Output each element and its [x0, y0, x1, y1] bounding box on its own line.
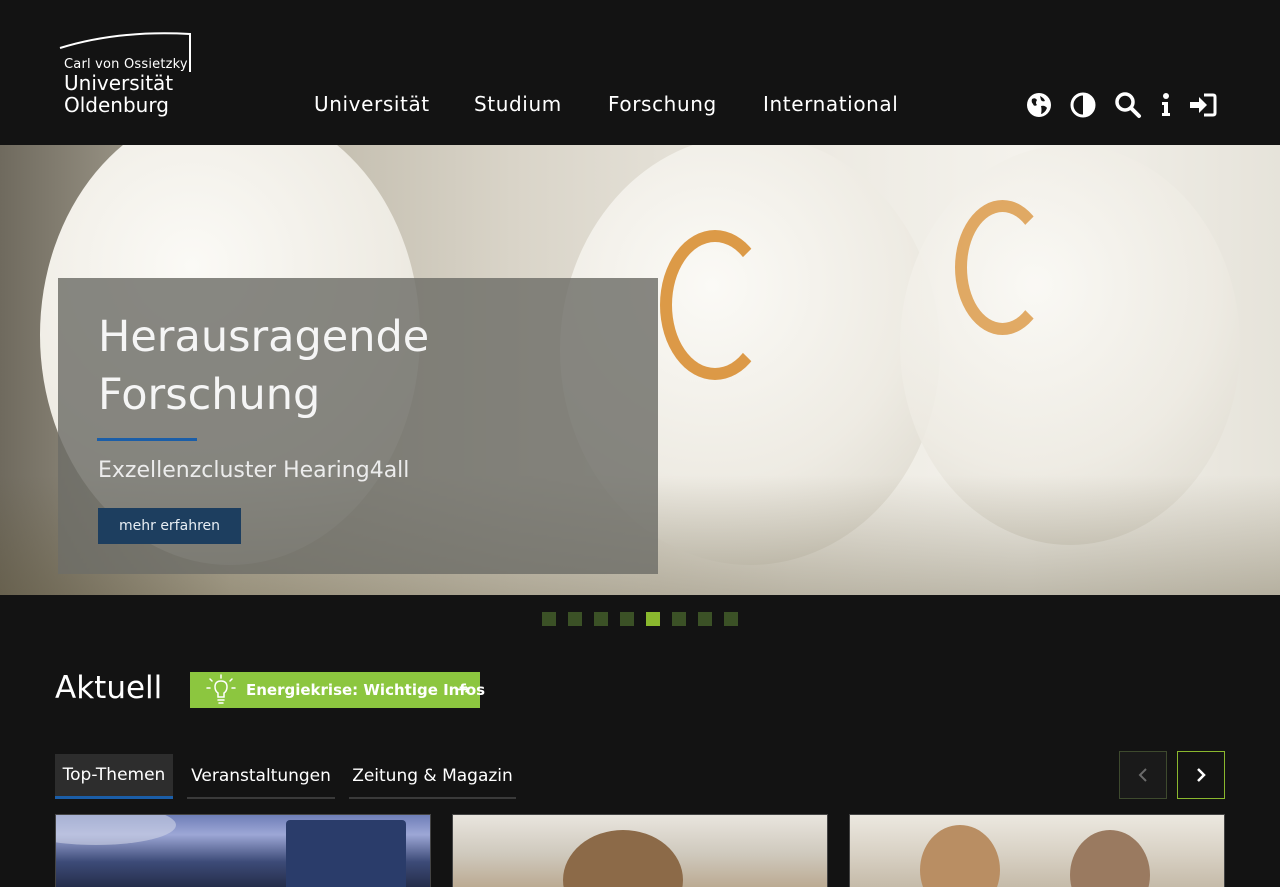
news-card-3[interactable]	[849, 814, 1225, 887]
card-image-person-1	[920, 825, 1000, 887]
lightbulb-icon	[204, 674, 238, 706]
login-icon[interactable]	[1188, 90, 1218, 120]
search-icon[interactable]	[1113, 90, 1143, 120]
slider-dot-5[interactable]	[646, 612, 660, 626]
hero-ear-device-2	[955, 200, 1050, 335]
news-card-1[interactable]	[55, 814, 431, 887]
info-icon[interactable]	[1151, 90, 1181, 120]
nav-item-international[interactable]: International	[763, 92, 898, 116]
slider-dot-6[interactable]	[672, 612, 686, 626]
slider-dot-1[interactable]	[542, 612, 556, 626]
card-image-detail	[56, 815, 176, 845]
nav-item-studium[interactable]: Studium	[474, 92, 562, 116]
site-header: Carl von Ossietzky Universität Oldenburg…	[0, 0, 1280, 145]
arrow-right-icon: →	[457, 680, 470, 698]
energy-crisis-label: Energiekrise: Wichtige Infos	[246, 681, 486, 699]
slider-dot-2[interactable]	[568, 612, 582, 626]
hero-more-button[interactable]: mehr erfahren	[98, 508, 241, 544]
tab-top-themen[interactable]: Top-Themen	[55, 754, 173, 799]
globe-icon[interactable]	[1024, 90, 1054, 120]
card-image-person	[563, 830, 683, 887]
card-image-building	[286, 820, 406, 887]
nav-item-forschung[interactable]: Forschung	[608, 92, 717, 116]
university-logo[interactable]: Carl von Ossietzky Universität Oldenburg	[58, 32, 192, 120]
hero-ear-device-1	[660, 230, 770, 380]
hero-slider: Herausragende Forschung Exzellenzcluster…	[0, 145, 1280, 595]
hero-title-underline	[97, 438, 197, 441]
chevron-left-icon	[1138, 768, 1147, 782]
logo-line-3: Oldenburg	[64, 93, 169, 117]
slider-dot-7[interactable]	[698, 612, 712, 626]
contrast-icon[interactable]	[1068, 90, 1098, 120]
slider-dot-4[interactable]	[620, 612, 634, 626]
news-card-2[interactable]	[452, 814, 828, 887]
logo-line-1: Carl von Ossietzky	[64, 57, 188, 72]
card-image-person-2	[1070, 830, 1150, 887]
carousel-prev-button[interactable]	[1119, 751, 1167, 799]
chevron-right-icon	[1197, 768, 1206, 782]
slider-pagination	[0, 612, 1280, 626]
hero-subtitle: Exzellenzcluster Hearing4all	[98, 458, 410, 483]
tab-veranstaltungen[interactable]: Veranstaltungen	[187, 754, 335, 799]
hero-title: Herausragende Forschung	[98, 312, 430, 420]
hero-caption-box: Herausragende Forschung Exzellenzcluster…	[58, 278, 658, 574]
nav-item-universitaet[interactable]: Universität	[314, 92, 430, 116]
tab-zeitung-magazin[interactable]: Zeitung & Magazin	[349, 754, 516, 799]
slider-dot-8[interactable]	[724, 612, 738, 626]
slider-dot-3[interactable]	[594, 612, 608, 626]
logo-line-2: Universität	[64, 71, 174, 95]
energy-crisis-button[interactable]: Energiekrise: Wichtige Infos →	[190, 672, 485, 708]
carousel-next-button[interactable]	[1177, 751, 1225, 799]
section-title-aktuell: Aktuell	[55, 670, 163, 706]
